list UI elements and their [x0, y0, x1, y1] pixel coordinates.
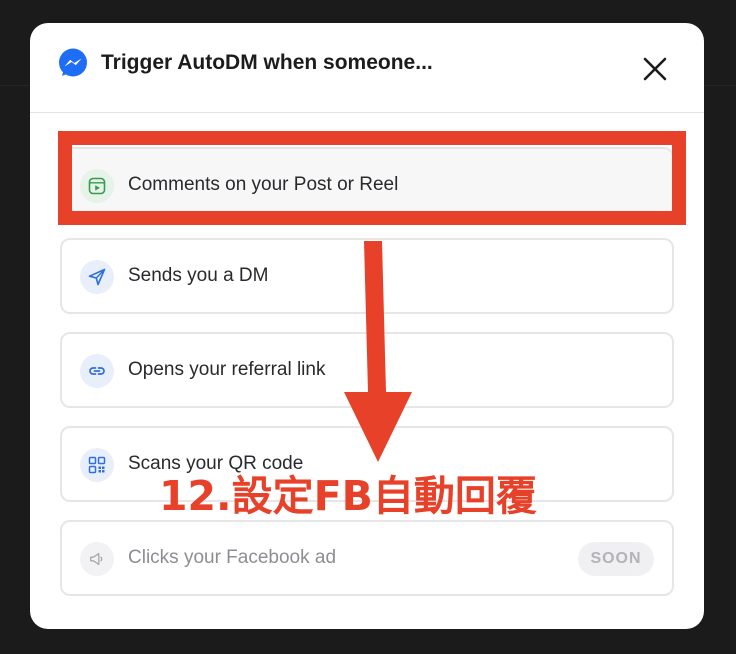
soon-badge: SOON	[578, 542, 654, 576]
messenger-icon	[59, 48, 87, 77]
trigger-option-referral-link[interactable]: Opens your referral link	[60, 332, 674, 408]
option-label: Clicks your Facebook ad	[128, 547, 337, 568]
option-label: Opens your referral link	[128, 359, 326, 380]
background-divider	[0, 85, 30, 86]
trigger-option-facebook-ad: Clicks your Facebook ad SOON	[60, 520, 674, 596]
modal-title: Trigger AutoDM when someone...	[101, 51, 433, 74]
megaphone-icon	[80, 542, 114, 576]
trigger-modal: Trigger AutoDM when someone... Comments …	[30, 23, 704, 629]
close-icon[interactable]	[642, 56, 668, 82]
annotation-text: 12.設定FB自動回覆	[159, 472, 537, 520]
option-label: Comments on your Post or Reel	[128, 174, 399, 195]
reel-icon	[80, 169, 114, 203]
qr-code-icon	[80, 448, 114, 482]
link-icon	[80, 354, 114, 388]
trigger-option-comments[interactable]: Comments on your Post or Reel	[60, 147, 674, 223]
background-divider	[704, 85, 736, 86]
option-label: Sends you a DM	[128, 265, 269, 286]
trigger-option-dm[interactable]: Sends you a DM	[60, 238, 674, 314]
send-icon	[80, 260, 114, 294]
modal-header: Trigger AutoDM when someone...	[30, 23, 704, 113]
